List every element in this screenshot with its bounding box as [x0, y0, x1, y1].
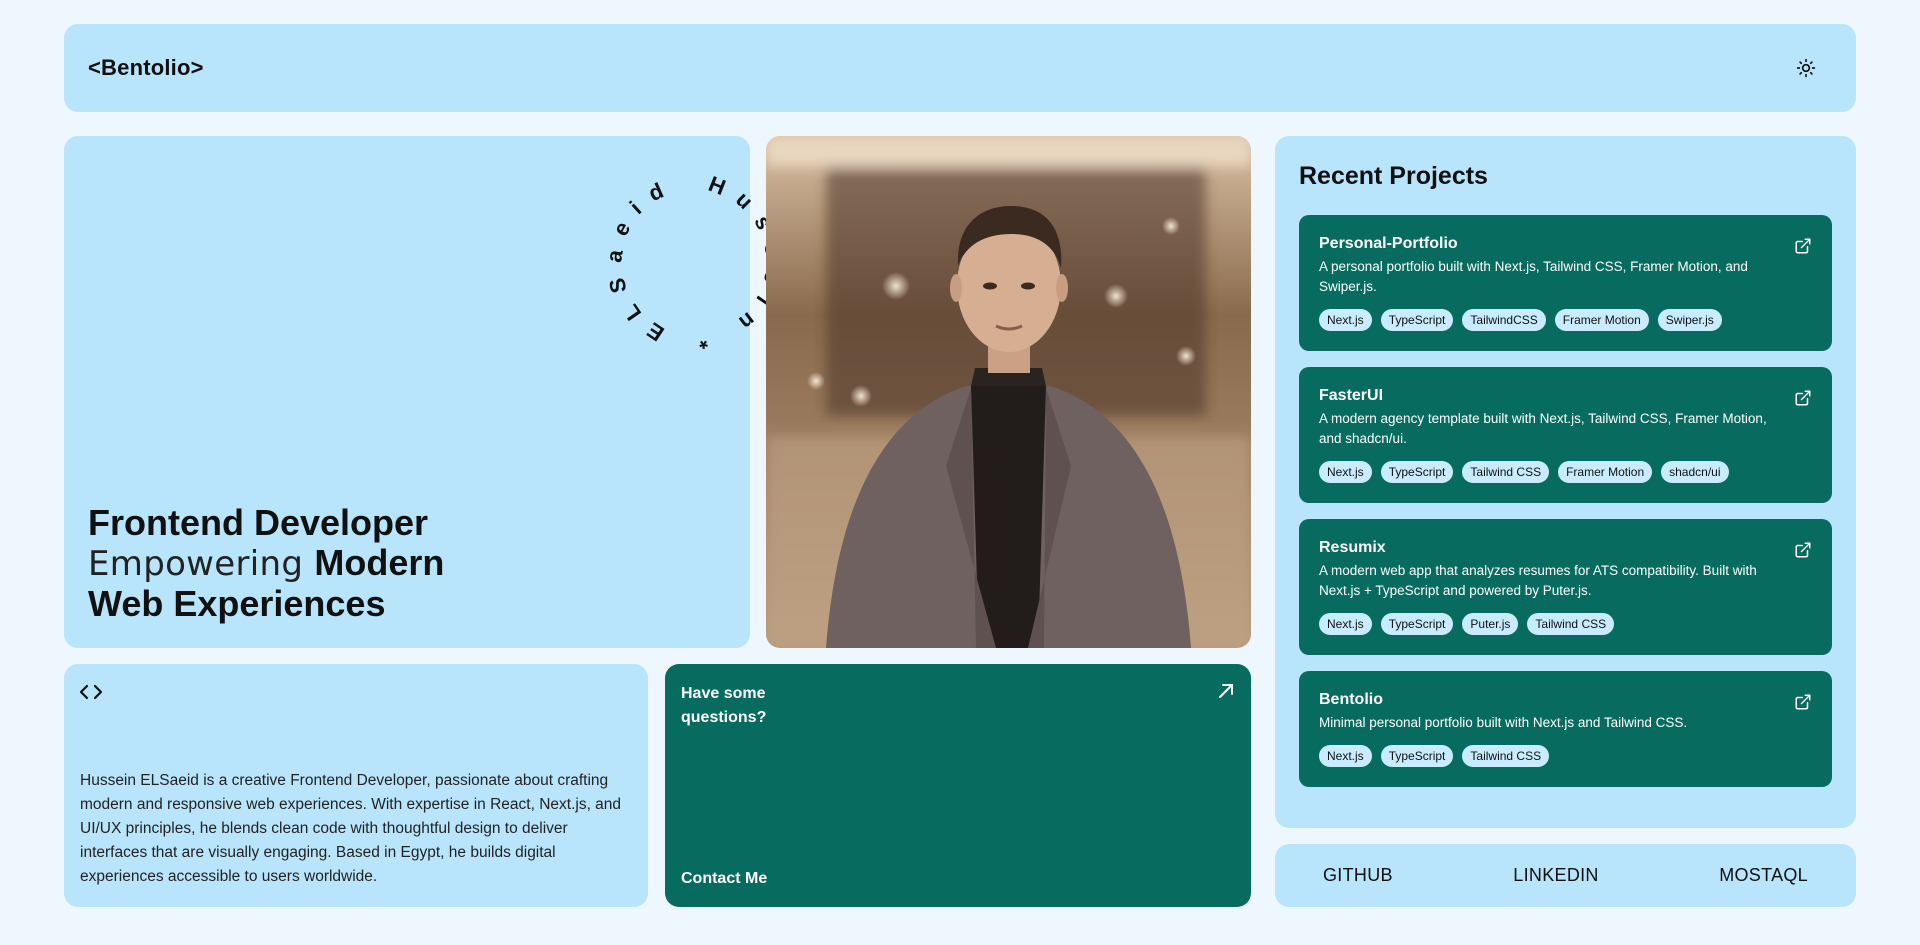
project-card[interactable]: Resumix A modern web app that analyzes re… — [1299, 519, 1832, 655]
about-text: Hussein ELSaeid is a creative Frontend D… — [80, 772, 622, 885]
tech-tag: Swiper.js — [1657, 309, 1722, 331]
arrow-up-right-icon[interactable] — [1217, 682, 1235, 700]
tech-tag: TypeScript — [1380, 309, 1454, 331]
project-name: Personal-Portfolio — [1319, 235, 1458, 252]
contact-card[interactable]: Have some questions? Contact Me — [665, 664, 1251, 907]
header: <Bentolio> — [64, 24, 1856, 112]
project-name: FasterUI — [1319, 387, 1384, 404]
github-link[interactable]: GITHUB — [1323, 865, 1393, 886]
external-link-icon[interactable] — [1794, 693, 1812, 711]
circle-text: Hussein * ELSaeid * — [594, 162, 794, 362]
project-tags: Next.js TypeScript Puter.js Tailwind CSS — [1319, 613, 1812, 635]
tech-tag: Tailwind CSS — [1527, 613, 1615, 635]
hero-card: Hussein * ELSaeid * Frontend Developer E… — [64, 136, 794, 648]
svg-text:Hussein * ELSaeid *: Hussein * ELSaeid * — [594, 162, 794, 362]
project-card[interactable]: Bentolio Minimal personal portfolio built… — [1299, 671, 1832, 787]
hero-line-3: Web Experiences — [88, 583, 386, 624]
projects-list: Personal-Portfolio A personal portfolio b… — [1299, 215, 1832, 787]
logo[interactable]: <Bentolio> — [88, 55, 204, 81]
projects-title: Recent Projects — [1299, 162, 1488, 190]
tech-tag: Framer Motion — [1554, 309, 1649, 331]
contact-question: Have some questions? — [681, 685, 767, 726]
code-icon — [79, 684, 103, 700]
mostaql-link[interactable]: MOSTAQL — [1719, 865, 1808, 886]
tech-tag: Puter.js — [1462, 613, 1519, 635]
tech-tag: TypeScript — [1380, 745, 1454, 767]
external-link-icon[interactable] — [1794, 389, 1812, 407]
hero-line-2-bold: Modern — [314, 542, 445, 583]
hero-line-2-light: Empowering — [88, 544, 315, 584]
project-tags: Next.js TypeScript Tailwind CSS — [1319, 745, 1812, 767]
rotating-name-badge: Hussein * ELSaeid * — [594, 162, 794, 362]
tech-tag: Next.js — [1319, 461, 1372, 483]
about-card: Hussein ELSaeid is a creative Frontend D… — [64, 664, 648, 907]
tech-tag: Tailwind CSS — [1462, 745, 1550, 767]
project-tags: Next.js TypeScript Tailwind CSS Framer Moti… — [1319, 461, 1812, 483]
project-description: A personal portfolio built with Next.js,… — [1319, 259, 1748, 294]
project-card[interactable]: Personal-Portfolio A personal portfolio b… — [1299, 215, 1832, 351]
sun-icon — [1796, 58, 1816, 78]
external-link-icon[interactable] — [1794, 237, 1812, 255]
tech-tag: Next.js — [1319, 309, 1372, 331]
portrait-image — [766, 136, 1251, 648]
tech-tag: TailwindCSS — [1462, 309, 1546, 331]
tech-tag: Next.js — [1319, 745, 1372, 767]
project-name: Bentolio — [1319, 691, 1383, 708]
profile-photo — [766, 136, 1251, 648]
theme-toggle-button[interactable] — [1786, 48, 1826, 88]
recent-projects-card: Recent Projects Personal-Portfolio A pers… — [1275, 136, 1856, 828]
project-tags: Next.js TypeScript TailwindCSS Framer Motio… — [1319, 309, 1812, 331]
project-description: A modern web app that analyzes resumes f… — [1319, 563, 1757, 598]
social-links: GITHUB LINKEDIN MOSTAQL — [1275, 844, 1856, 907]
tech-tag: shadcn/ui — [1661, 461, 1729, 483]
tech-tag: Framer Motion — [1558, 461, 1653, 483]
hero-line-1: Frontend Developer — [88, 502, 429, 543]
external-link-icon[interactable] — [1794, 541, 1812, 559]
project-description: A modern agency template built with Next… — [1319, 411, 1767, 446]
tech-tag: TypeScript — [1380, 613, 1454, 635]
contact-me-link[interactable]: Contact Me — [681, 870, 767, 888]
project-name: Resumix — [1319, 539, 1386, 556]
tech-tag: Tailwind CSS — [1462, 461, 1550, 483]
tech-tag: Next.js — [1319, 613, 1372, 635]
hero-headline: Frontend Developer Empowering Modern Web… — [88, 503, 444, 624]
linkedin-link[interactable]: LINKEDIN — [1513, 865, 1598, 886]
project-description: Minimal personal portfolio built with Ne… — [1319, 715, 1688, 730]
project-card[interactable]: FasterUI A modern agency template built w… — [1299, 367, 1832, 503]
tech-tag: TypeScript — [1380, 461, 1454, 483]
